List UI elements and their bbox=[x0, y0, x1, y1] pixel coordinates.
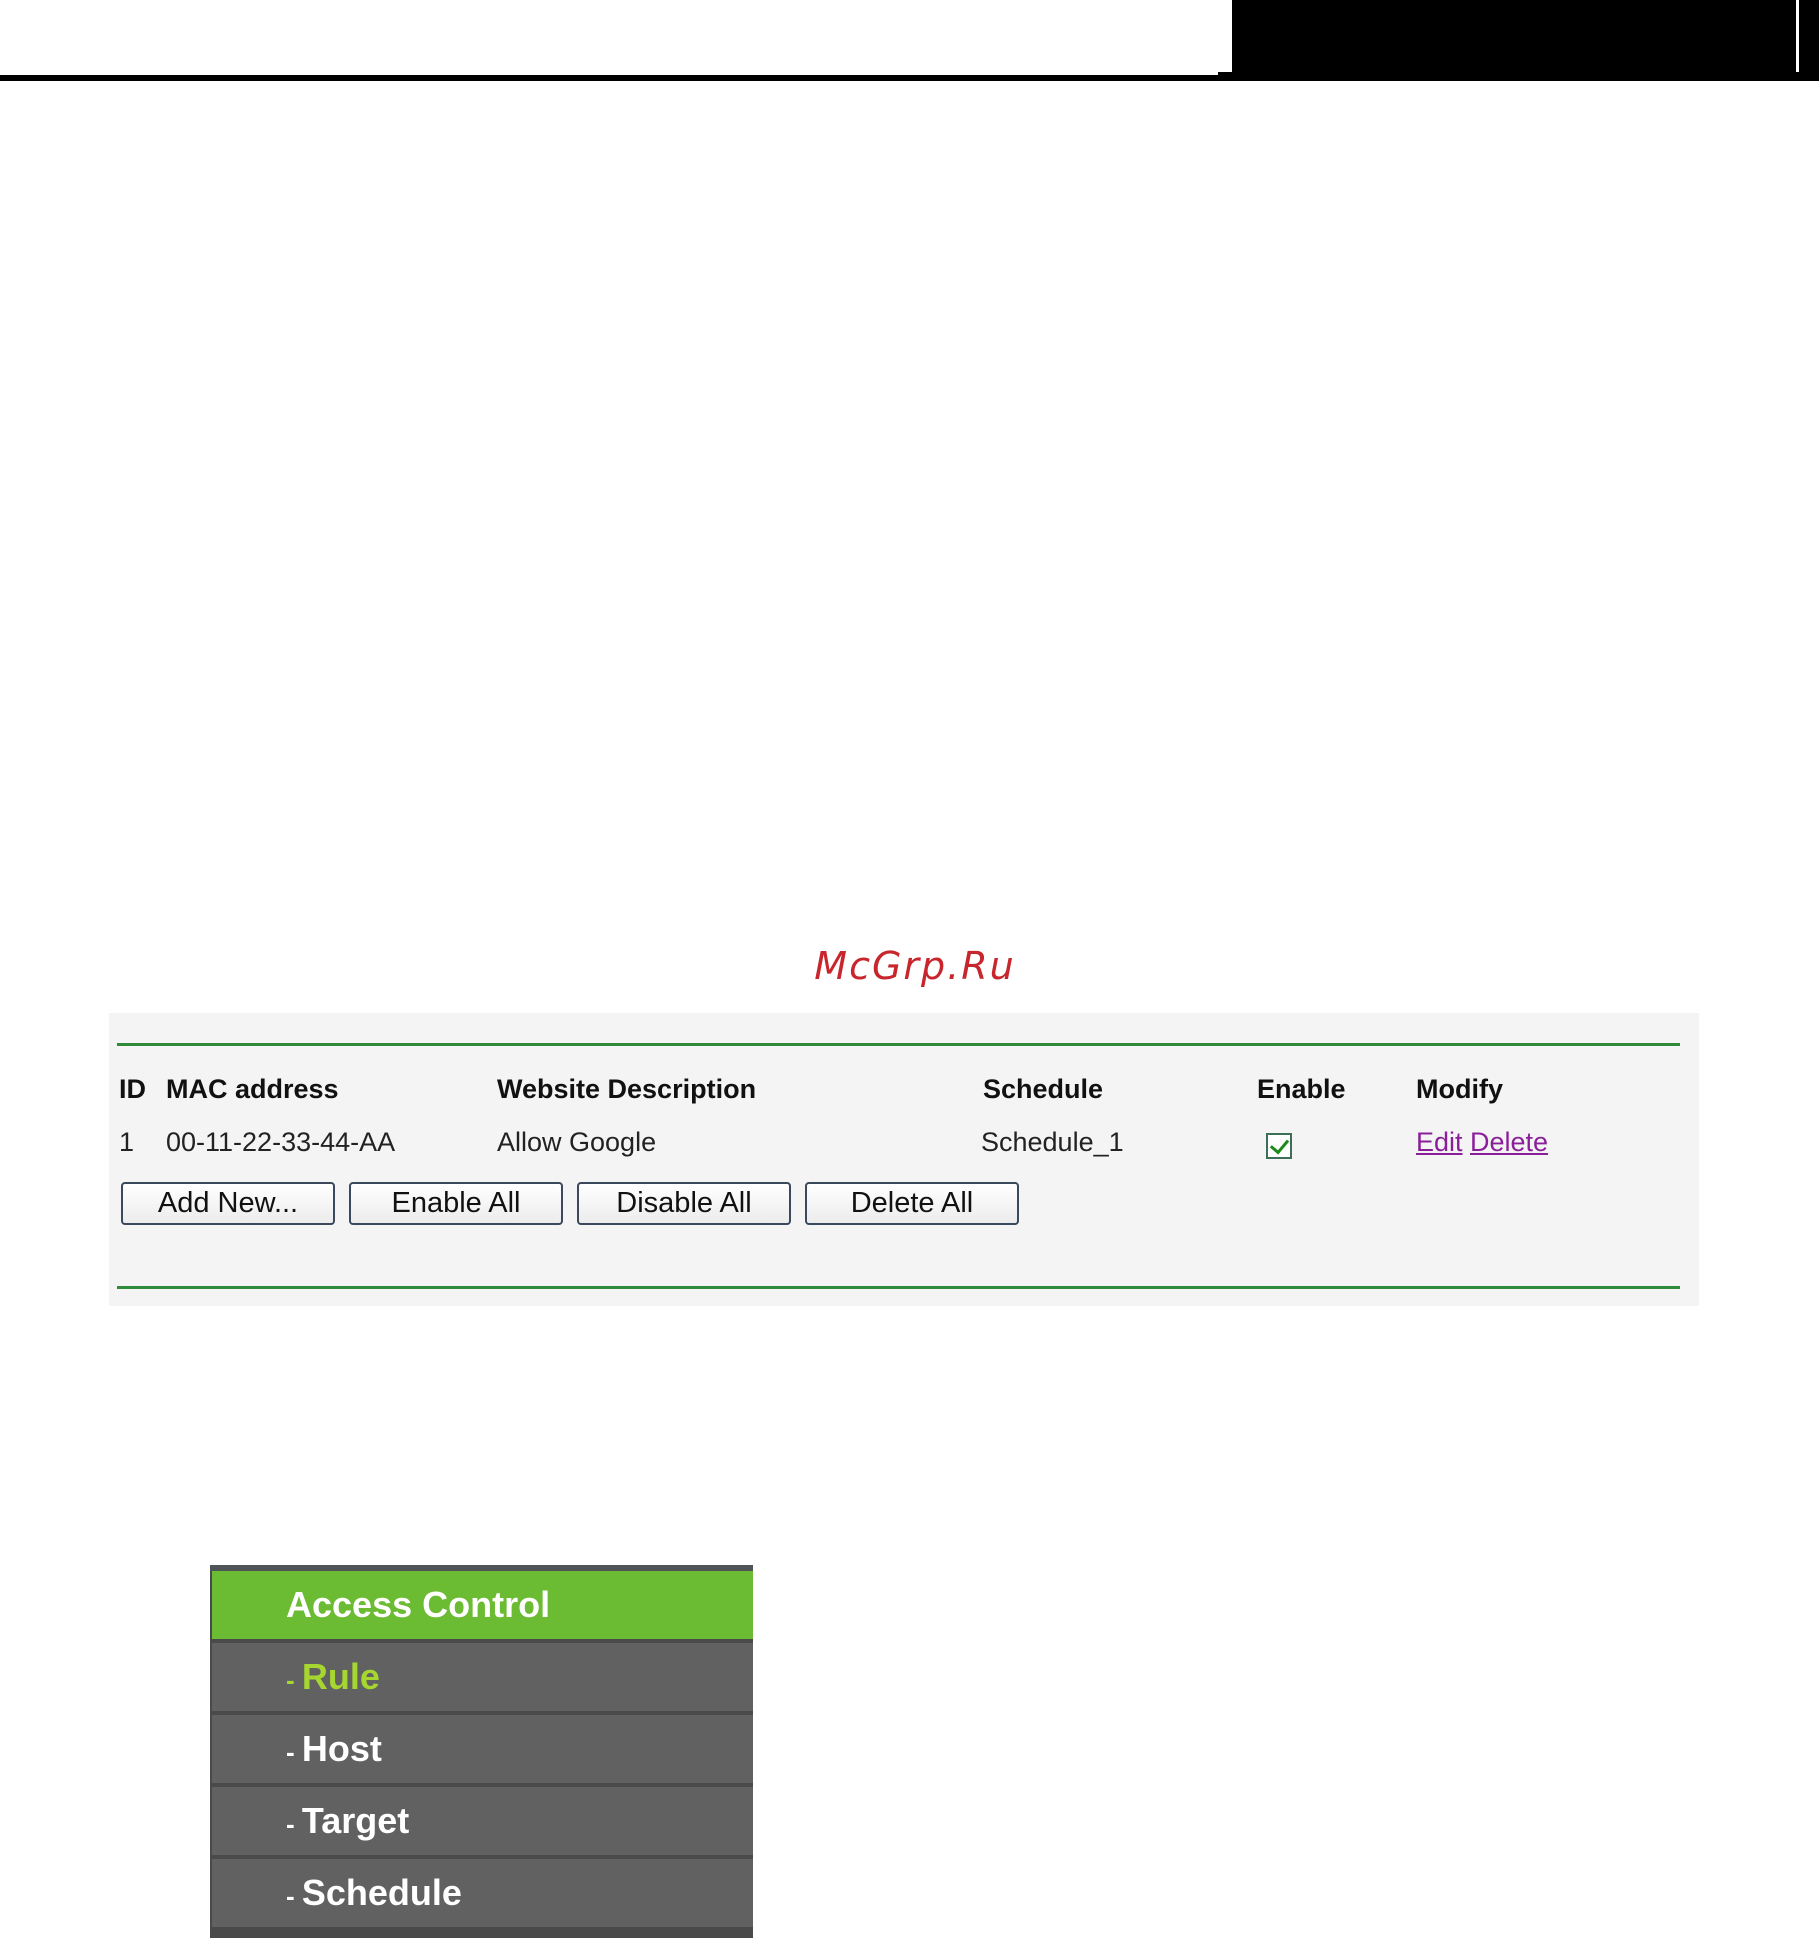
rules-panel bbox=[109, 1013, 1699, 1306]
disable-all-button[interactable]: Disable All bbox=[577, 1182, 791, 1225]
menu-header-label: Access Control bbox=[286, 1584, 551, 1625]
add-new-button[interactable]: Add New... bbox=[121, 1182, 335, 1225]
row-schedule: Schedule_1 bbox=[981, 1127, 1124, 1157]
column-header-mac: MAC address bbox=[166, 1074, 339, 1104]
menu-item-label: Host bbox=[301, 1728, 382, 1769]
row-enable-checkbox[interactable] bbox=[1266, 1133, 1292, 1159]
menu-item-dash: - bbox=[286, 1809, 302, 1839]
menu-item-label: Rule bbox=[301, 1656, 380, 1697]
row-mac-address: 00-11-22-33-44-AA bbox=[166, 1127, 396, 1157]
column-header-enable: Enable bbox=[1257, 1074, 1346, 1104]
header-black-block bbox=[1218, 0, 1819, 79]
delete-all-button[interactable]: Delete All bbox=[805, 1182, 1019, 1225]
panel-top-divider bbox=[117, 1043, 1680, 1046]
menu-item-target[interactable]: - Target bbox=[212, 1787, 753, 1855]
edit-link[interactable]: Edit bbox=[1416, 1127, 1463, 1158]
column-header-id: ID bbox=[119, 1074, 146, 1104]
menu-item-rule[interactable]: - Rule bbox=[212, 1643, 753, 1711]
row-id: 1 bbox=[119, 1127, 135, 1157]
menu-item-dash: - bbox=[286, 1737, 302, 1767]
delete-link[interactable]: Delete bbox=[1470, 1127, 1548, 1158]
watermark: McGrp.Ru bbox=[814, 944, 1016, 988]
checkmark-icon bbox=[1269, 1134, 1290, 1155]
menu-item-label: Schedule bbox=[301, 1872, 462, 1913]
panel-bottom-divider bbox=[117, 1286, 1680, 1289]
menu-header-access-control[interactable]: Access Control bbox=[212, 1571, 753, 1639]
column-header-schedule: Schedule bbox=[983, 1074, 1104, 1104]
menu-item-dash: - bbox=[286, 1665, 302, 1695]
menu-item-label: Target bbox=[301, 1800, 410, 1841]
menu-item-host[interactable]: - Host bbox=[212, 1715, 753, 1783]
row-description: Allow Google bbox=[497, 1127, 657, 1157]
header-separator bbox=[1796, 0, 1799, 72]
enable-all-button[interactable]: Enable All bbox=[349, 1182, 563, 1225]
access-control-menu: Access Control - Rule - Host - Target - … bbox=[210, 1565, 753, 1938]
header-rule bbox=[0, 75, 1819, 81]
menu-item-dash: - bbox=[286, 1881, 302, 1911]
column-header-description: Website Description bbox=[497, 1074, 757, 1104]
menu-item-schedule[interactable]: - Schedule bbox=[212, 1859, 753, 1927]
column-header-modify: Modify bbox=[1416, 1074, 1503, 1104]
